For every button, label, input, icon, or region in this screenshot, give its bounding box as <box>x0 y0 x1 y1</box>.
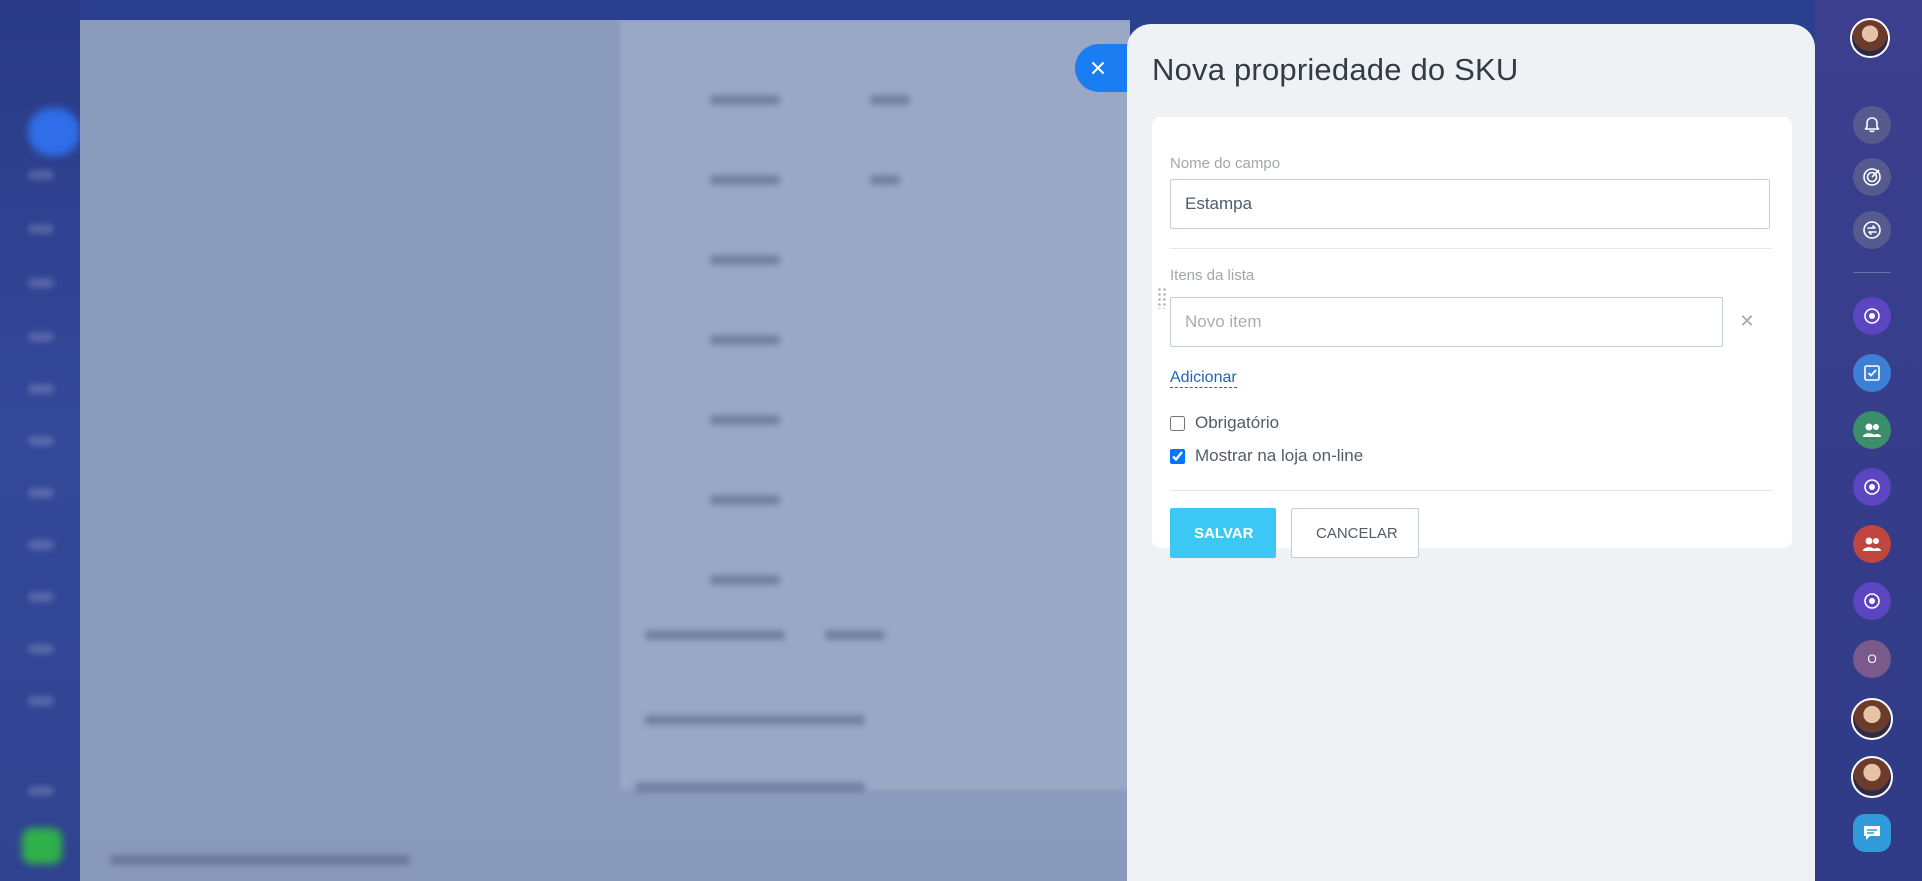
openline-chat-1[interactable] <box>1853 297 1891 335</box>
contact-badge-text: O <box>1867 652 1877 666</box>
tasks-icon <box>1864 365 1880 381</box>
new-item-input[interactable] <box>1170 297 1723 347</box>
background-row <box>710 575 780 585</box>
background-row <box>635 782 865 792</box>
left-nav-item <box>28 278 54 288</box>
left-nav-item <box>28 436 54 446</box>
close-panel-button[interactable] <box>1075 44 1135 92</box>
target-icon <box>1863 168 1881 186</box>
background-footer <box>80 840 1130 881</box>
required-checkbox-label: Obrigatório <box>1195 413 1280 432</box>
left-nav-active-item <box>28 108 80 156</box>
left-nav-item <box>28 488 54 498</box>
show-online-checkbox[interactable] <box>1170 448 1185 464</box>
openline-chat-3[interactable] <box>1853 582 1891 620</box>
tasks-chat[interactable] <box>1853 354 1891 392</box>
goals-button[interactable] <box>1853 158 1891 196</box>
divider <box>1170 248 1772 249</box>
openline-icon <box>1864 308 1880 324</box>
contact-badge[interactable]: O <box>1853 640 1891 678</box>
left-nav-item <box>28 592 54 602</box>
background-row <box>110 855 410 865</box>
save-button[interactable]: SALVAR <box>1170 508 1276 558</box>
background-row <box>870 175 900 185</box>
required-checkbox[interactable] <box>1170 415 1185 431</box>
background-row <box>710 335 780 345</box>
background-row <box>710 255 780 265</box>
field-name-label: Nome do campo <box>1170 155 1281 172</box>
openline-icon <box>1864 593 1880 609</box>
list-items-label: Itens da lista <box>1170 267 1255 284</box>
background-page <box>80 20 1130 881</box>
show-online-checkbox-row[interactable]: Mostrar na loja on-line <box>1170 446 1363 466</box>
background-row <box>710 415 780 425</box>
background-row <box>825 630 885 640</box>
right-sidebar: O <box>1815 0 1922 881</box>
left-nav-item <box>28 384 54 394</box>
sync-button[interactable] <box>1853 211 1891 249</box>
left-nav-item <box>28 540 54 550</box>
page-title: Nova propriedade do SKU <box>1152 52 1519 87</box>
background-row <box>710 95 780 105</box>
background-row <box>645 630 785 640</box>
required-checkbox-row[interactable]: Obrigatório <box>1170 413 1279 433</box>
background-row <box>710 175 780 185</box>
openline-icon <box>1864 479 1880 495</box>
left-nav-item <box>28 332 54 342</box>
openline-chat-2[interactable] <box>1853 468 1891 506</box>
user-avatar[interactable] <box>1850 18 1890 58</box>
background-row <box>710 495 780 505</box>
user-avatar[interactable] <box>1851 698 1893 740</box>
field-name-input[interactable] <box>1170 179 1770 229</box>
background-sheet <box>620 20 1130 790</box>
group-icon <box>1863 537 1881 551</box>
divider <box>1170 490 1772 491</box>
background-row <box>645 715 865 725</box>
left-nav-item <box>28 786 54 796</box>
left-nav-green-item <box>22 828 62 864</box>
left-nav-item <box>28 224 54 234</box>
group-chat-2[interactable] <box>1853 525 1891 563</box>
left-navigation <box>0 0 80 881</box>
left-nav-item <box>28 170 54 180</box>
group-icon <box>1863 423 1881 437</box>
group-chat-1[interactable] <box>1853 411 1891 449</box>
sync-icon <box>1863 221 1881 239</box>
sku-property-panel: Nova propriedade do SKU Nome do campo It… <box>1127 24 1815 881</box>
remove-item-icon[interactable]: ✕ <box>1736 310 1758 332</box>
sidebar-separator <box>1853 272 1891 273</box>
background-row <box>870 95 910 105</box>
chat-icon <box>1864 826 1880 840</box>
user-avatar[interactable] <box>1851 756 1893 798</box>
drag-handle-icon[interactable] <box>1157 287 1167 309</box>
close-icon <box>1092 62 1104 74</box>
bell-icon <box>1864 117 1880 133</box>
left-nav-item <box>28 696 54 706</box>
add-item-link[interactable]: Adicionar <box>1170 369 1237 388</box>
left-nav-item <box>28 644 54 654</box>
property-form-card: Nome do campo Itens da lista ✕ Adicionar… <box>1152 117 1792 558</box>
cancel-button[interactable]: CANCELAR <box>1291 508 1419 558</box>
show-online-checkbox-label: Mostrar na loja on-line <box>1195 446 1364 465</box>
notifications-button[interactable] <box>1853 106 1891 144</box>
chat-button[interactable] <box>1853 814 1891 852</box>
